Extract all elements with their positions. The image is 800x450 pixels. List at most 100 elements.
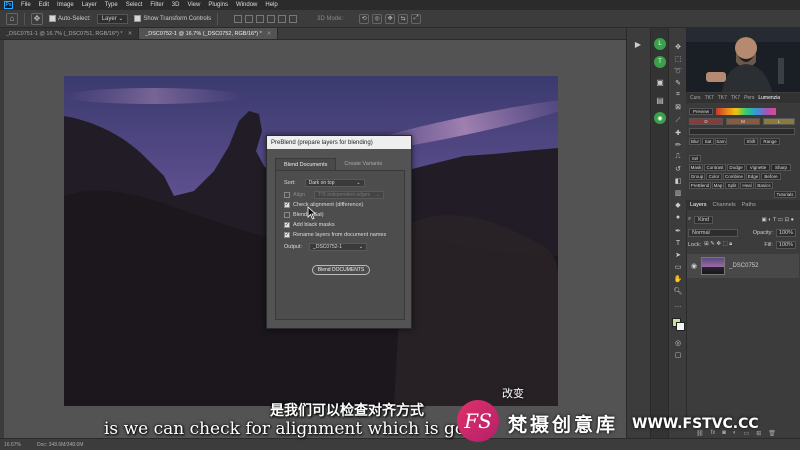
tk-icon[interactable]: T bbox=[654, 56, 666, 68]
vignette-button[interactable]: Vignette bbox=[746, 164, 770, 171]
check-alignment-checkbox[interactable]: ✓ bbox=[284, 202, 290, 208]
map-button[interactable]: Map bbox=[712, 182, 724, 189]
lumenzia-icon[interactable]: L bbox=[654, 38, 666, 50]
color-zone-strip[interactable] bbox=[716, 108, 776, 115]
shift-button[interactable]: Shift bbox=[744, 138, 758, 145]
tab-channels[interactable]: Channels bbox=[713, 202, 736, 208]
stamp-tool-icon[interactable]: ⎍ bbox=[672, 152, 684, 162]
zoom-tool-icon[interactable]: 🔍︎ bbox=[672, 286, 684, 296]
layer-row[interactable]: ◉ _DSC0752 bbox=[687, 254, 799, 278]
align-bottom-icon[interactable] bbox=[289, 14, 298, 23]
preview-button[interactable]: Preview bbox=[689, 108, 713, 115]
pen-tool-icon[interactable]: ✒ bbox=[672, 226, 684, 236]
dodge-button[interactable]: Dodge bbox=[727, 164, 745, 171]
3d-pan-icon[interactable]: ✥ bbox=[385, 13, 396, 24]
menu-filter[interactable]: Filter bbox=[150, 2, 163, 8]
quick-select-tool-icon[interactable]: ✎ bbox=[672, 78, 684, 88]
filter-icons[interactable]: ▣ ◐ T ▭ ⊡ ● bbox=[762, 217, 794, 223]
layer-name[interactable]: _DSC0752 bbox=[729, 263, 758, 269]
sort-dropdown[interactable]: Dark on top ⌄ bbox=[304, 179, 365, 187]
libraries-icon[interactable]: ▤ bbox=[653, 94, 667, 106]
tab-lumenzia[interactable]: Lumenzia bbox=[758, 95, 780, 101]
eye-icon[interactable]: ◉ bbox=[691, 262, 697, 270]
menu-view[interactable]: View bbox=[187, 2, 200, 8]
add-masks-checkbox[interactable]: ✓ bbox=[284, 222, 290, 228]
heal-button[interactable]: Heal bbox=[740, 182, 754, 189]
rename-layers-checkbox[interactable]: ✓ bbox=[284, 232, 290, 238]
3d-scale-icon[interactable]: ⤢ bbox=[411, 13, 422, 24]
tab-tk7-2[interactable]: TK7 bbox=[718, 95, 727, 101]
menu-file[interactable]: File bbox=[21, 2, 31, 8]
plugin-icon[interactable]: ◉ bbox=[654, 112, 666, 124]
move-tool-icon[interactable]: ✥ bbox=[672, 42, 684, 52]
split-button[interactable]: Split bbox=[725, 182, 739, 189]
3d-slide-icon[interactable]: ⇆ bbox=[398, 13, 409, 24]
menu-window[interactable]: Window bbox=[236, 2, 257, 8]
range-button[interactable]: Range bbox=[760, 138, 780, 145]
auto-select-dropdown[interactable]: Layer ⌄ bbox=[96, 13, 129, 24]
menu-select[interactable]: Select bbox=[126, 2, 143, 8]
type-tool-icon[interactable]: T bbox=[672, 238, 684, 248]
zone-d-button[interactable]: D bbox=[689, 118, 723, 125]
align-dropdown[interactable]: TIS independent edges ⌄ bbox=[314, 191, 385, 199]
contrast-button[interactable]: Contrast bbox=[704, 164, 726, 171]
color-button[interactable]: Color bbox=[706, 173, 722, 180]
lock-icons[interactable]: ⊞ ✎ ✥ ⬚ 🔒︎ bbox=[704, 241, 732, 248]
lasso-tool-icon[interactable]: ➰ bbox=[672, 66, 684, 76]
align-right-icon[interactable] bbox=[256, 14, 265, 23]
tab-create-variants[interactable]: Create Variants bbox=[336, 158, 390, 170]
3d-roll-icon[interactable]: ◎ bbox=[372, 13, 383, 24]
marquee-tool-icon[interactable]: ⬚ bbox=[672, 54, 684, 64]
group-button[interactable]: Group bbox=[689, 173, 705, 180]
3d-rotate-icon[interactable]: ⟲ bbox=[359, 13, 370, 24]
zone-slider[interactable] bbox=[689, 128, 795, 135]
shape-tool-icon[interactable]: ▭ bbox=[672, 262, 684, 272]
tab-layers[interactable]: Layers bbox=[690, 202, 707, 208]
frame-tool-icon[interactable]: ⊠ bbox=[672, 102, 684, 112]
menu-plugins[interactable]: Plugins bbox=[208, 2, 228, 8]
tab-paths[interactable]: Paths bbox=[742, 202, 756, 208]
align-left-icon[interactable] bbox=[234, 14, 243, 23]
tab-curs[interactable]: Curs bbox=[690, 95, 701, 101]
menu-image[interactable]: Image bbox=[57, 2, 74, 8]
blend-mode-dropdown[interactable]: Normal bbox=[688, 228, 738, 237]
kind-dropdown[interactable]: Kind bbox=[694, 215, 714, 224]
zoom-level[interactable]: 16.67% bbox=[4, 442, 21, 448]
edge-button[interactable]: Edge bbox=[746, 173, 760, 180]
auto-select-checkbox[interactable]: Auto-Select: bbox=[49, 15, 91, 22]
background-color-swatch[interactable] bbox=[676, 322, 685, 331]
hand-tool-icon[interactable]: ✋ bbox=[672, 274, 684, 284]
eraser-tool-icon[interactable]: ◧ bbox=[672, 176, 684, 186]
zone-m-button[interactable]: M bbox=[726, 118, 760, 125]
mask-button[interactable]: Mask bbox=[689, 164, 703, 171]
fill-input[interactable]: 100% bbox=[775, 240, 796, 249]
align-center-icon[interactable] bbox=[245, 14, 254, 23]
sat-button[interactable]: Sat bbox=[702, 138, 714, 145]
align-top-icon[interactable] bbox=[267, 14, 276, 23]
tab-pers[interactable]: Pers bbox=[744, 95, 754, 101]
align-middle-icon[interactable] bbox=[278, 14, 287, 23]
close-icon[interactable]: ✕ bbox=[128, 31, 133, 37]
path-select-tool-icon[interactable]: ➤ bbox=[672, 250, 684, 260]
opacity-input[interactable]: 100% bbox=[775, 228, 796, 237]
sel-button[interactable]: Sel bbox=[689, 155, 701, 162]
trash-icon[interactable]: 🗑︎ bbox=[768, 430, 776, 437]
menu-edit[interactable]: Edit bbox=[39, 2, 49, 8]
healing-tool-icon[interactable]: ✚ bbox=[672, 128, 684, 138]
tab-dsc0752[interactable]: _DSC0752-1 @ 16.7% (_DSC0752, RGB/16*) *… bbox=[139, 28, 279, 39]
brush-tool-icon[interactable]: ✏ bbox=[672, 140, 684, 150]
close-icon[interactable]: ✕ bbox=[267, 31, 272, 37]
gradient-tool-icon[interactable]: ▥ bbox=[672, 188, 684, 198]
blendif-checkbox[interactable] bbox=[284, 212, 290, 218]
blur-tool-icon[interactable]: ◆ bbox=[672, 200, 684, 210]
menu-type[interactable]: Type bbox=[105, 2, 118, 8]
output-dropdown[interactable]: _DSC0752-1 ⌄ bbox=[309, 243, 368, 251]
eyedropper-tool-icon[interactable]: ⟋ bbox=[672, 116, 684, 126]
sam-button[interactable]: Sam bbox=[715, 138, 727, 145]
blur-button[interactable]: Blur bbox=[689, 138, 701, 145]
quick-mask-icon[interactable]: ◎ bbox=[672, 338, 684, 348]
menu-3d[interactable]: 3D bbox=[172, 2, 180, 8]
tab-dsc0751[interactable]: _DSC0751-1 @ 16.7% (_DSC0751, RGB/16*) *… bbox=[0, 28, 140, 39]
move-tool-icon[interactable]: ✥ bbox=[31, 12, 43, 25]
menu-help[interactable]: Help bbox=[265, 2, 277, 8]
